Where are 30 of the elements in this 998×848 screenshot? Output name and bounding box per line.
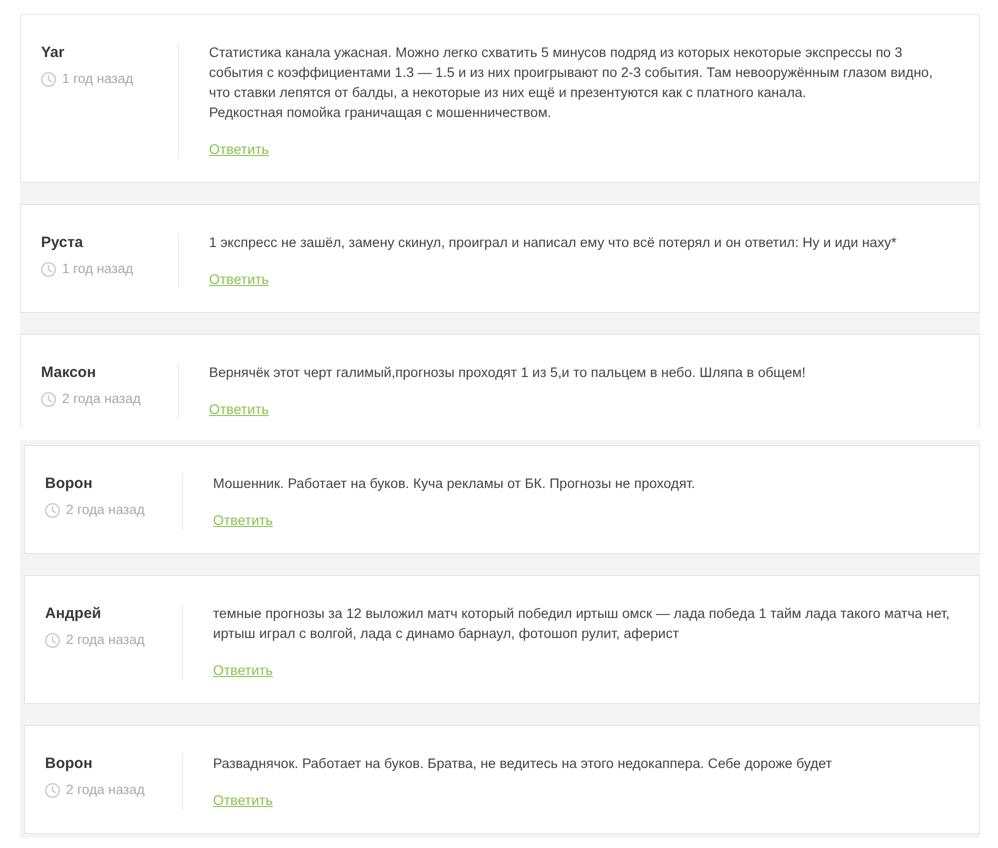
comment-text: Мошенник. Работает на буков. Куча рекламы от БК. Прогнозы не проходят. — [213, 475, 696, 493]
clock-icon — [41, 262, 56, 276]
post-time: 1 год назад — [62, 70, 134, 88]
comment-text: Статистика канала ужасная. Можно легко схватить 5 минусов подряд из которых некоторые экспрессы по 3 события с коэффициентами 1.3 — 1.5 и из них проигрывают по 2-3 события. Там невооружённым глазом видно, что ставки лепятся от балды, а некоторые из них ещё и презентуются как с платного канала. Редкостная помойка граничащая с мошенничеством. — [209, 44, 934, 122]
comment-text: Вернячёк этот черт галимый,прогнозы проходят 1 из 5,и то пальцем в небо. Шляпа в общем! — [209, 364, 806, 382]
reply-link[interactable]: Ответить — [213, 790, 273, 810]
post-time: 2 года назад — [66, 781, 145, 799]
comment-text: 1 экспресс не зашёл, замену скинул, проиграл и написал ему что всё потерял и он ответил: Ну и иди наху* — [209, 234, 897, 252]
reply-link[interactable]: Ответить — [209, 399, 269, 419]
author-name: Максон — [41, 363, 96, 383]
author-name: Yar — [41, 43, 64, 63]
author-name: Руста — [41, 233, 84, 253]
reply-link[interactable]: Ответить — [209, 139, 269, 159]
comment-text: темные прогнозы за 12 выложил матч который победил иртыш омск — лада победа 1 тайм лада такого матча нет, иртыш играл с волгой, лада с динамо барнаул, фотошоп рулит, аферист — [213, 605, 951, 643]
author-name: Ворон — [45, 474, 92, 494]
post-time: 1 год назад — [62, 260, 134, 278]
reply-link[interactable]: Ответить — [213, 510, 273, 530]
clock-icon — [45, 632, 60, 648]
reply-link[interactable]: Ответить — [213, 660, 273, 680]
comment-text: Разваднячок. Работает на буков. Братва, не ведитесь на этого недокаппера. Себе дороже будет — [213, 755, 832, 773]
post-time: 2 года назад — [62, 390, 141, 408]
clock-icon — [41, 392, 56, 406]
clock-icon — [41, 72, 56, 86]
post-time: 2 года назад — [66, 501, 145, 519]
post-time: 2 года назад — [66, 631, 145, 649]
author-name: Ворон — [45, 754, 92, 774]
clock-icon — [45, 502, 60, 518]
reply-link[interactable]: Ответить — [209, 269, 269, 289]
clock-icon — [45, 782, 60, 798]
author-name: Андрей — [45, 604, 102, 624]
